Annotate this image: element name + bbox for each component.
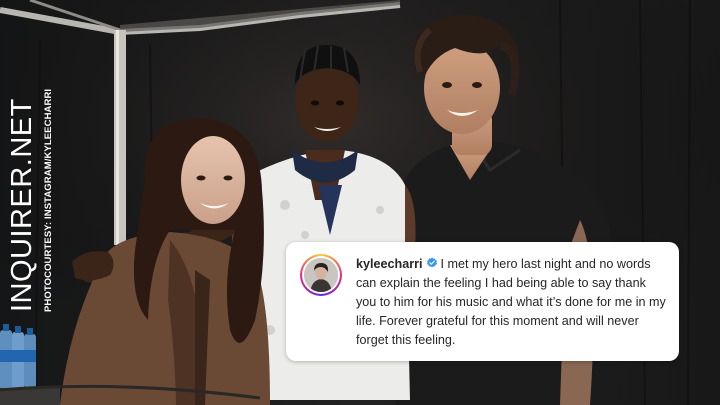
post-caption: kyleecharri I met my hero last night and… — [356, 255, 668, 350]
brand-logo-text: INQUIRER.NET — [6, 98, 38, 312]
avatar[interactable] — [300, 254, 342, 296]
avatar-image — [304, 258, 338, 292]
post-image: INQUIRER.NET PHOTOCOURTESY: INSTAGRAM/KY… — [0, 0, 720, 405]
instagram-caption-card: kyleecharri I met my hero last night and… — [286, 242, 679, 361]
photo-credit: PHOTOCOURTESY: INSTAGRAM/KYLEECHARRI — [43, 88, 54, 312]
verified-badge-icon — [426, 257, 437, 268]
username-link[interactable]: kyleecharri — [356, 257, 423, 271]
watermark: INQUIRER.NET PHOTOCOURTESY: INSTAGRAM/KY… — [6, 89, 54, 312]
